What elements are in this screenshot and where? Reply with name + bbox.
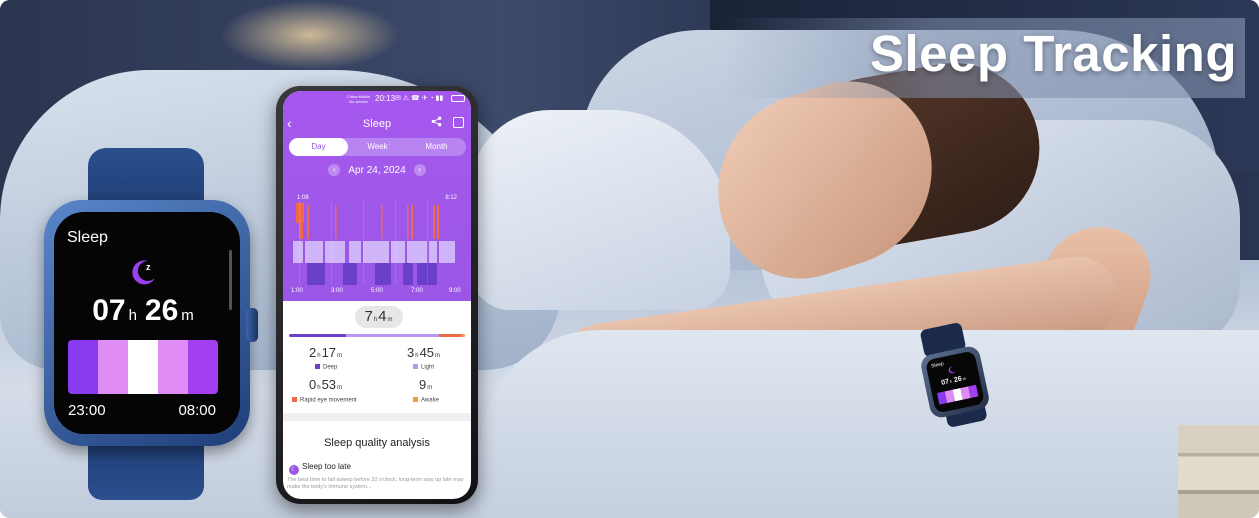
sleep-stage-progress bbox=[289, 334, 465, 337]
watch-start-time: 23:00 bbox=[68, 402, 106, 419]
sheet-front bbox=[480, 330, 1259, 518]
chart-stage-block bbox=[349, 241, 361, 263]
battery-icon bbox=[451, 95, 465, 102]
svg-text:z: z bbox=[146, 262, 151, 272]
chart-stage-block bbox=[375, 263, 391, 285]
chart-stage-block bbox=[305, 241, 323, 263]
chart-stage-block bbox=[433, 205, 435, 239]
stat-light: 3h45m bbox=[407, 345, 441, 360]
chart-stage-block bbox=[391, 241, 405, 263]
date-selector: ‹ Apr 24, 2024 › bbox=[283, 164, 471, 176]
chart-stage-block bbox=[325, 241, 345, 263]
wrist-watch-screen: Sleep 07h26m bbox=[924, 350, 986, 414]
x-tick: 7:00 bbox=[411, 288, 423, 294]
legend-awake: Awake bbox=[413, 397, 439, 404]
total-sleep-badge: 7h4m bbox=[355, 306, 403, 328]
books-stack bbox=[1178, 425, 1259, 518]
chart-stage-block bbox=[439, 241, 455, 263]
watch-crown-button[interactable] bbox=[246, 308, 258, 342]
chart-stage-block bbox=[307, 205, 309, 239]
chart-stage-block bbox=[381, 205, 383, 239]
date-label: Apr 24, 2024 bbox=[348, 165, 406, 176]
tab-day[interactable]: Day bbox=[289, 138, 348, 156]
progress-segment bbox=[439, 334, 462, 337]
section-divider bbox=[283, 413, 471, 421]
tab-week[interactable]: Week bbox=[348, 138, 407, 156]
chart-stage-block bbox=[296, 203, 304, 223]
share-icon[interactable] bbox=[431, 116, 442, 130]
stat-awake: 9m bbox=[419, 377, 433, 392]
stat-deep: 2h17m bbox=[309, 345, 343, 360]
sleep-bar-segment bbox=[128, 340, 158, 394]
chart-stage-block bbox=[363, 201, 364, 285]
moon-sleep-icon: z bbox=[132, 260, 155, 285]
progress-segment bbox=[289, 334, 346, 337]
legend-light: Light bbox=[413, 364, 434, 371]
chart-stage-block bbox=[307, 263, 325, 285]
tab-month[interactable]: Month bbox=[407, 138, 466, 156]
stat-rem: 0h53m bbox=[309, 377, 343, 392]
sleep-bar-segment bbox=[98, 340, 128, 394]
watch-end-time: 08:00 bbox=[178, 402, 216, 419]
chart-stage-block bbox=[363, 241, 389, 263]
sleep-bar-segment bbox=[68, 340, 98, 394]
smartwatch-screen: Sleep z 07 h 26 m 23:00 08:00 bbox=[54, 212, 240, 434]
sleep-bar-segment bbox=[188, 340, 218, 394]
chart-stage-block bbox=[437, 205, 439, 239]
chart-stage-block bbox=[293, 241, 303, 263]
chart-stage-block bbox=[427, 201, 428, 285]
chart-stage-block bbox=[403, 263, 413, 285]
prev-date-button[interactable]: ‹ bbox=[328, 164, 341, 176]
page-title: Sleep Tracking bbox=[870, 25, 1237, 82]
x-tick: 1:00 bbox=[291, 288, 303, 294]
phone-screen: China Mobile No service 20:13 ✉ ⚠ ☎ ✈ ◔ … bbox=[283, 91, 471, 499]
analysis-description: The best time to fall asleep before 22 o… bbox=[287, 477, 464, 490]
chart-stage-block bbox=[429, 241, 437, 263]
screen-title: Sleep bbox=[362, 118, 392, 130]
chart-stage-block bbox=[411, 205, 413, 239]
sleep-stage-chart bbox=[293, 201, 455, 285]
wrist-watch-title: Sleep bbox=[930, 361, 945, 370]
moon-sleep-icon bbox=[948, 366, 956, 374]
chart-stage-block bbox=[343, 263, 357, 285]
moon-badge-icon: ☾ bbox=[289, 465, 299, 475]
sleep-bar-segment bbox=[158, 340, 188, 394]
x-tick: 5:00 bbox=[371, 288, 383, 294]
progress-segment bbox=[461, 334, 465, 337]
sleep-bar-segment bbox=[968, 384, 979, 399]
x-tick: 9:00 bbox=[449, 288, 461, 294]
sleep-header-panel: China Mobile No service 20:13 ✉ ⚠ ☎ ✈ ◔ … bbox=[283, 91, 471, 301]
legend-deep: Deep bbox=[315, 364, 337, 371]
period-tabs: Day Week Month bbox=[289, 138, 466, 156]
chart-stage-block bbox=[299, 201, 300, 285]
analysis-issue[interactable]: ☾ Sleep too late bbox=[289, 462, 351, 475]
hero-banner: Sleep Tracking Sleep z 07 h 26 m 23:00 08:0… bbox=[0, 0, 1259, 518]
watch-sleep-bar bbox=[68, 340, 218, 394]
chart-stage-block bbox=[407, 241, 427, 263]
x-tick: 3:00 bbox=[331, 288, 343, 294]
lamp-glow bbox=[220, 0, 400, 70]
status-time: 20:13 bbox=[375, 94, 396, 103]
watch-sleep-duration: 07 h 26 m bbox=[92, 294, 194, 327]
chart-stage-block bbox=[331, 201, 332, 285]
next-date-button[interactable]: › bbox=[413, 164, 426, 176]
watch-title: Sleep bbox=[67, 229, 108, 246]
status-icons: ✉ ⚠ ☎ ✈ ◔ ▮▮ bbox=[395, 95, 444, 102]
calendar-icon[interactable] bbox=[453, 117, 464, 128]
wrist-watch-bar bbox=[936, 384, 979, 405]
chart-stage-block bbox=[407, 205, 409, 239]
chart-stage-block bbox=[335, 205, 337, 239]
chart-stage-block bbox=[395, 201, 396, 285]
status-carrier: China Mobile No service bbox=[347, 94, 371, 104]
analysis-title: Sleep quality analysis bbox=[324, 437, 430, 449]
progress-segment bbox=[345, 334, 440, 337]
legend-rem: Rapid eye movement bbox=[292, 397, 357, 404]
